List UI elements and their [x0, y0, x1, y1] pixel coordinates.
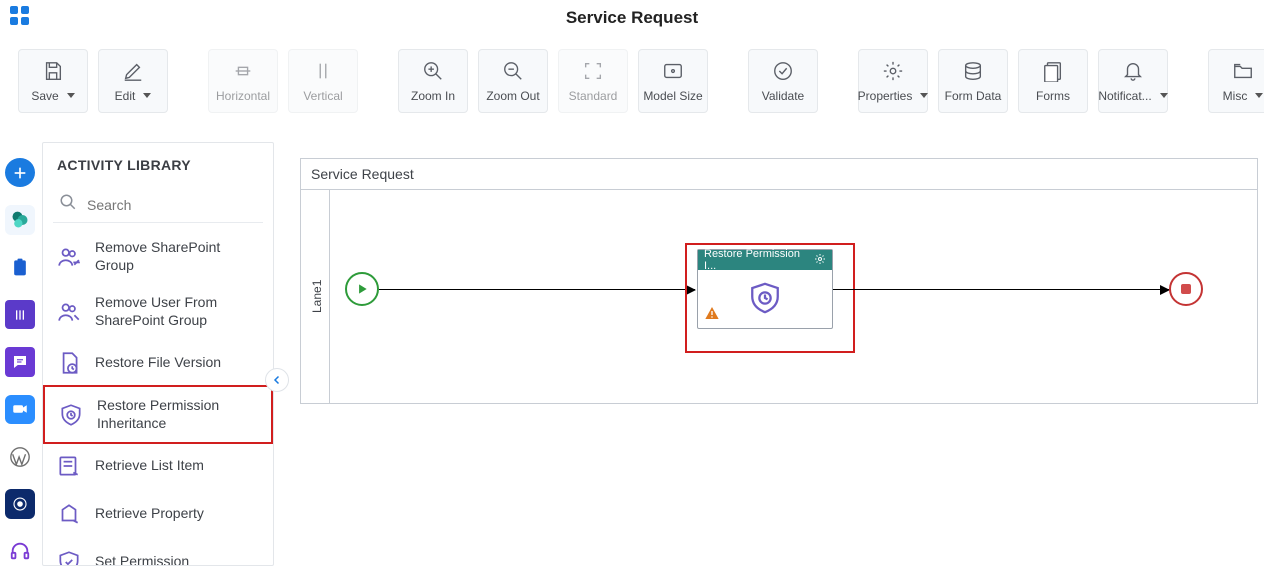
workflow-canvas[interactable]: Service Request Lane1 Restore Permission…	[300, 158, 1258, 404]
activity-item-label: Set Permission	[95, 553, 261, 565]
activity-item-label: Remove SharePoint Group	[95, 239, 261, 274]
form-data-icon	[962, 59, 984, 83]
wordpress-icon[interactable]	[5, 442, 35, 471]
zoom-in-label: Zoom In	[411, 89, 455, 103]
zoom-in-button[interactable]: Zoom In	[398, 49, 468, 113]
chat-icon[interactable]	[5, 347, 35, 376]
app-launcher-icon[interactable]	[6, 2, 34, 30]
zoom-out-button[interactable]: Zoom Out	[478, 49, 548, 113]
misc-button[interactable]: Misc	[1208, 49, 1264, 113]
sharepoint-icon[interactable]	[5, 205, 35, 234]
zoom-out-icon	[502, 59, 524, 83]
stop-icon	[1181, 284, 1191, 294]
edit-label: Edit	[115, 89, 152, 103]
gear-icon	[882, 59, 904, 83]
camera-icon[interactable]	[5, 395, 35, 424]
shield-restore-icon	[57, 401, 85, 429]
list-item-icon	[55, 452, 83, 480]
zoom-model-size-icon	[662, 59, 684, 83]
notifications-label: Notificat...	[1098, 89, 1167, 103]
property-icon	[55, 500, 83, 528]
notifications-button[interactable]: Notificat...	[1098, 49, 1168, 113]
activity-settings-icon[interactable]	[814, 253, 826, 268]
collapse-panel-button[interactable]	[265, 368, 289, 392]
activity-item-remove-user-sp-group[interactable]: Remove User From SharePoint Group	[43, 284, 273, 339]
align-vertical-label: Vertical	[303, 89, 342, 103]
pool-title: Service Request	[311, 166, 414, 182]
validate-button[interactable]: Validate	[748, 49, 818, 113]
flow-arrow[interactable]	[833, 289, 1169, 290]
start-node[interactable]	[345, 272, 379, 306]
forms-icon	[1042, 59, 1064, 83]
align-horizontal-button[interactable]: Horizontal	[208, 49, 278, 113]
validate-label: Validate	[762, 89, 804, 103]
properties-label: Properties	[858, 89, 929, 103]
save-button[interactable]: Save	[18, 49, 88, 113]
activity-item-remove-sp-group[interactable]: Remove SharePoint Group	[43, 229, 273, 284]
search-icon	[59, 193, 77, 216]
activity-search-input[interactable]	[85, 196, 270, 214]
form-data-button[interactable]: Form Data	[938, 49, 1008, 113]
activity-item-restore-file-version[interactable]: Restore File Version	[43, 339, 273, 387]
validate-icon	[772, 59, 794, 83]
user-remove-icon	[55, 298, 83, 326]
bell-icon	[1122, 59, 1144, 83]
side-rail	[0, 140, 40, 566]
toolbar: Save Edit Horizontal Vertical Zoom	[0, 38, 1264, 123]
save-icon	[42, 59, 64, 83]
zoom-model-size-label: Model Size	[643, 89, 702, 103]
activity-list: Remove SharePoint Group Remove User From…	[43, 229, 273, 565]
align-horizontal-label: Horizontal	[216, 89, 270, 103]
form-data-label: Form Data	[945, 89, 1002, 103]
zoom-standard-icon	[582, 59, 604, 83]
file-restore-icon	[55, 349, 83, 377]
properties-button[interactable]: Properties	[858, 49, 928, 113]
shield-icon	[55, 548, 83, 565]
columns-icon[interactable]	[5, 300, 35, 329]
lane-label[interactable]: Lane1	[306, 189, 328, 403]
edit-icon	[122, 59, 144, 83]
activity-search[interactable]	[53, 187, 263, 223]
page-title: Service Request	[0, 8, 1264, 28]
zoom-standard-label: Standard	[569, 89, 618, 103]
clipboard-icon[interactable]	[5, 253, 35, 282]
activity-item-restore-permission-inheritance[interactable]: Restore Permission Inheritance	[43, 385, 273, 444]
activity-item-set-permission[interactable]: Set Permission	[43, 538, 273, 565]
zoom-standard-button[interactable]: Standard	[558, 49, 628, 113]
activity-item-retrieve-list-item[interactable]: Retrieve List Item	[43, 442, 273, 490]
activity-library-title: ACTIVITY LIBRARY	[43, 143, 273, 181]
activity-item-label: Remove User From SharePoint Group	[95, 294, 261, 329]
activity-item-label: Restore Permission Inheritance	[97, 397, 259, 432]
activity-item-label: Retrieve List Item	[95, 457, 261, 475]
activity-library-panel: ACTIVITY LIBRARY Remove SharePoint Group…	[42, 142, 274, 566]
activity-restore-permission[interactable]: Restore Permission I...	[697, 249, 833, 329]
headset-icon[interactable]	[5, 537, 35, 566]
activity-item-retrieve-property[interactable]: Retrieve Property	[43, 490, 273, 538]
edit-button[interactable]: Edit	[98, 49, 168, 113]
group-remove-icon	[55, 243, 83, 271]
folder-icon	[1232, 59, 1254, 83]
zoom-model-size-button[interactable]: Model Size	[638, 49, 708, 113]
warning-icon	[704, 305, 720, 326]
align-vertical-button[interactable]: Vertical	[288, 49, 358, 113]
activity-item-label: Retrieve Property	[95, 505, 261, 523]
end-node[interactable]	[1169, 272, 1203, 306]
activity-title: Restore Permission I...	[704, 248, 814, 272]
misc-label: Misc	[1223, 89, 1264, 103]
align-vertical-icon	[312, 59, 334, 83]
align-horizontal-icon	[232, 59, 254, 83]
target-icon[interactable]	[5, 489, 35, 518]
activity-shield-icon	[748, 281, 782, 320]
forms-button[interactable]: Forms	[1018, 49, 1088, 113]
forms-label: Forms	[1036, 89, 1070, 103]
add-button[interactable]	[5, 158, 35, 187]
save-label: Save	[31, 89, 74, 103]
flow-arrow[interactable]	[379, 289, 695, 290]
zoom-out-label: Zoom Out	[486, 89, 539, 103]
activity-item-label: Restore File Version	[95, 354, 261, 372]
zoom-in-icon	[422, 59, 444, 83]
